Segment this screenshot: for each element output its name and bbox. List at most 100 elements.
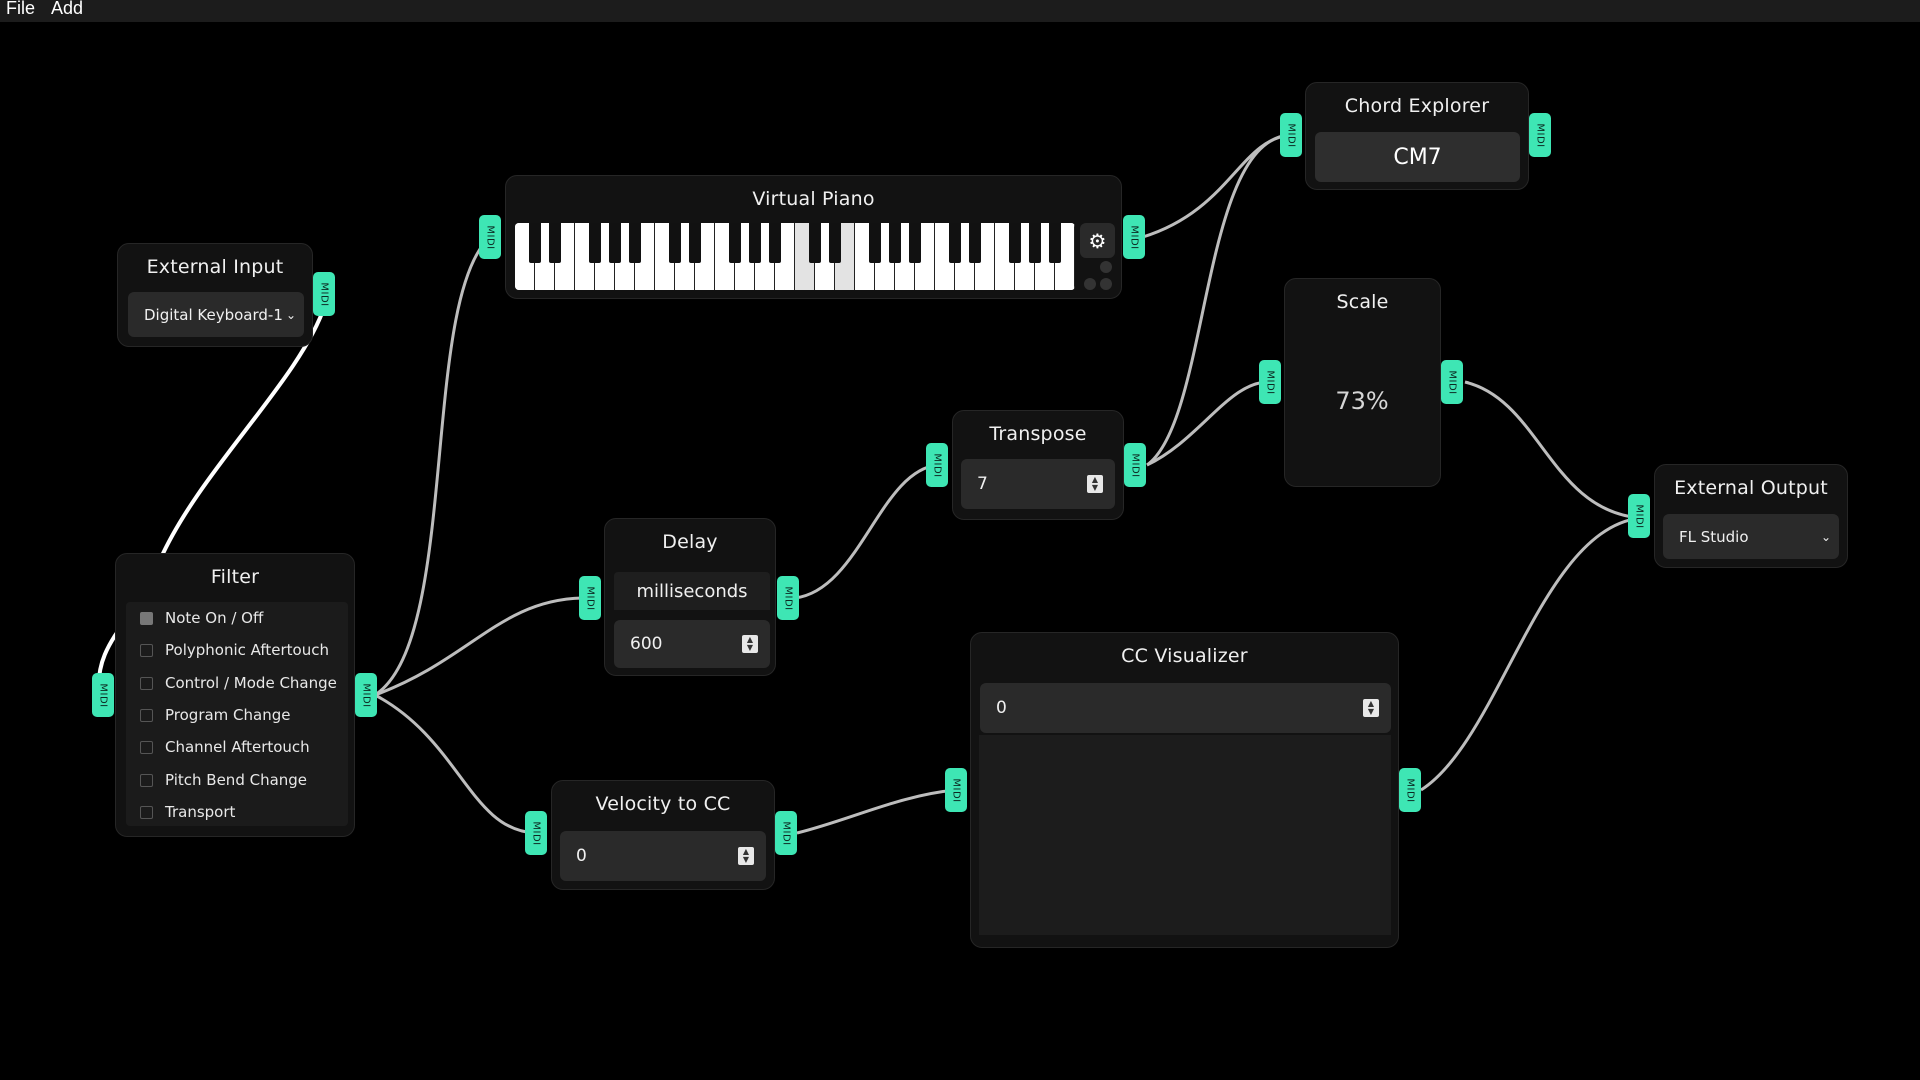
filter-midi-out-port[interactable]: MIDI xyxy=(355,673,377,717)
filter-option[interactable]: Transport xyxy=(140,803,235,821)
cc-graph-area xyxy=(979,735,1391,935)
chevron-down-icon: ⌄ xyxy=(285,307,296,322)
velocity-input[interactable]: 0 ▲ ▼ xyxy=(560,831,766,881)
input-device-value: Digital Keyboard-1 xyxy=(144,305,283,324)
node-title: External Output xyxy=(1674,477,1828,499)
velocity-midi-out-port[interactable]: MIDI xyxy=(775,811,797,855)
cc-visualizer-midi-in-port[interactable]: MIDI xyxy=(945,768,967,812)
velocity-value: 0 xyxy=(576,846,587,866)
filter-option[interactable]: Channel Aftertouch xyxy=(140,738,310,756)
output-device-select[interactable]: FL Studio ⌄ xyxy=(1663,514,1839,559)
delay-unit-label: milliseconds xyxy=(614,572,770,610)
wire-scale-to-output xyxy=(1464,380,1641,520)
filter-node[interactable]: Filter Note On / Off Polyphonic Aftertou… xyxy=(115,553,355,837)
black-key[interactable] xyxy=(729,223,741,263)
node-title: Virtual Piano xyxy=(752,188,875,210)
connection-wires xyxy=(96,133,1641,906)
black-key[interactable] xyxy=(629,223,641,263)
cc-visualizer-midi-out-port[interactable]: MIDI xyxy=(1399,768,1421,812)
transpose-value: 7 xyxy=(977,474,988,494)
stepper-icon[interactable]: ▲ ▼ xyxy=(742,635,758,653)
black-key[interactable] xyxy=(589,223,601,263)
checkbox[interactable] xyxy=(140,643,153,657)
black-key[interactable] xyxy=(529,223,541,263)
black-key[interactable] xyxy=(949,223,961,263)
wire-filter-to-delay xyxy=(374,596,583,697)
external-output-node[interactable]: External Output FL Studio ⌄ xyxy=(1654,464,1848,568)
node-title: Filter xyxy=(210,566,260,588)
black-key[interactable] xyxy=(889,223,901,263)
black-key[interactable] xyxy=(609,223,621,263)
node-title: Transpose xyxy=(989,423,1087,445)
node-title: Scale xyxy=(1336,291,1389,313)
filter-option[interactable]: Note On / Off xyxy=(140,609,263,627)
transpose-node[interactable]: Transpose 7 ▲ ▼ xyxy=(952,410,1124,520)
cc-value-input[interactable]: 0 ▲ ▼ xyxy=(980,683,1391,733)
velocity-midi-in-port[interactable]: MIDI xyxy=(525,811,547,855)
black-key[interactable] xyxy=(549,223,561,263)
chord-display: CM7 xyxy=(1315,132,1520,182)
black-key[interactable] xyxy=(869,223,881,263)
transpose-midi-in-port[interactable]: MIDI xyxy=(926,443,948,487)
wire-velocity-to-ccviz xyxy=(796,788,957,835)
velocity-to-cc-node[interactable]: Velocity to CC 0 ▲ ▼ xyxy=(551,780,775,890)
stepper-icon[interactable]: ▲ ▼ xyxy=(738,847,754,865)
wire-piano-to-chord xyxy=(1142,133,1291,239)
checkbox[interactable] xyxy=(140,740,153,754)
input-device-select[interactable]: Digital Keyboard-1 ⌄ xyxy=(128,292,304,337)
transpose-input[interactable]: 7 ▲ ▼ xyxy=(961,459,1115,509)
chevron-down-icon: ⌄ xyxy=(1820,529,1831,544)
checkbox[interactable] xyxy=(140,676,153,690)
stepper-icon[interactable]: ▲ ▼ xyxy=(1363,699,1379,717)
transpose-midi-out-port[interactable]: MIDI xyxy=(1124,443,1146,487)
black-key[interactable] xyxy=(909,223,921,263)
node-title: External Input xyxy=(146,256,284,278)
filter-option[interactable]: Polyphonic Aftertouch xyxy=(140,641,329,659)
filter-list: Note On / Off Polyphonic Aftertouch Cont… xyxy=(126,602,348,826)
checkbox[interactable] xyxy=(140,708,153,722)
scale-midi-out-port[interactable]: MIDI xyxy=(1441,360,1463,404)
external-input-node[interactable]: External Input Digital Keyboard-1 ⌄ xyxy=(117,243,313,347)
black-key[interactable] xyxy=(769,223,781,263)
black-key[interactable] xyxy=(1009,223,1021,263)
delay-midi-in-port[interactable]: MIDI xyxy=(579,576,601,620)
scale-midi-in-port[interactable]: MIDI xyxy=(1259,360,1281,404)
filter-option[interactable]: Pitch Bend Change xyxy=(140,771,307,789)
menu-add[interactable]: Add xyxy=(45,0,93,17)
checkbox[interactable] xyxy=(140,805,153,819)
piano-midi-out-port[interactable]: MIDI xyxy=(1123,215,1145,259)
stepper-icon[interactable]: ▲ ▼ xyxy=(1087,475,1103,493)
black-key[interactable] xyxy=(749,223,761,263)
filter-midi-in-port[interactable]: MIDI xyxy=(92,673,114,717)
filter-option[interactable]: Program Change xyxy=(140,706,291,724)
checkbox[interactable] xyxy=(140,611,153,625)
checkbox[interactable] xyxy=(140,773,153,787)
black-key[interactable] xyxy=(829,223,841,263)
node-title: Chord Explorer xyxy=(1344,95,1490,117)
chord-midi-in-port[interactable]: MIDI xyxy=(1280,113,1302,157)
gear-icon[interactable]: ⚙ xyxy=(1080,223,1115,258)
black-key[interactable] xyxy=(1029,223,1041,263)
wire-ccviz-to-output xyxy=(1420,516,1641,792)
delay-midi-out-port[interactable]: MIDI xyxy=(777,576,799,620)
scale-node[interactable]: Scale xyxy=(1284,278,1441,487)
wire-filter-to-piano xyxy=(374,235,492,697)
black-key[interactable] xyxy=(969,223,981,263)
external-output-midi-in-port[interactable]: MIDI xyxy=(1628,494,1650,538)
delay-value: 600 xyxy=(630,634,663,654)
node-title: CC Visualizer xyxy=(1121,645,1248,667)
black-key[interactable] xyxy=(1049,223,1061,263)
chord-midi-out-port[interactable]: MIDI xyxy=(1529,113,1551,157)
filter-option[interactable]: Control / Mode Change xyxy=(140,674,337,692)
wire-filter-to-velocity xyxy=(374,693,536,835)
black-key[interactable] xyxy=(669,223,681,263)
black-key[interactable] xyxy=(809,223,821,263)
external-input-midi-out-port[interactable]: MIDI xyxy=(313,272,335,316)
piano-keyboard[interactable] xyxy=(515,223,1075,290)
wire-transpose-to-scale xyxy=(1146,380,1271,467)
wire-transpose-to-chord xyxy=(1146,133,1291,467)
menu-file[interactable]: File xyxy=(0,0,45,17)
delay-input[interactable]: 600 ▲ ▼ xyxy=(614,620,770,668)
black-key[interactable] xyxy=(689,223,701,263)
piano-midi-in-port[interactable]: MIDI xyxy=(479,215,501,259)
